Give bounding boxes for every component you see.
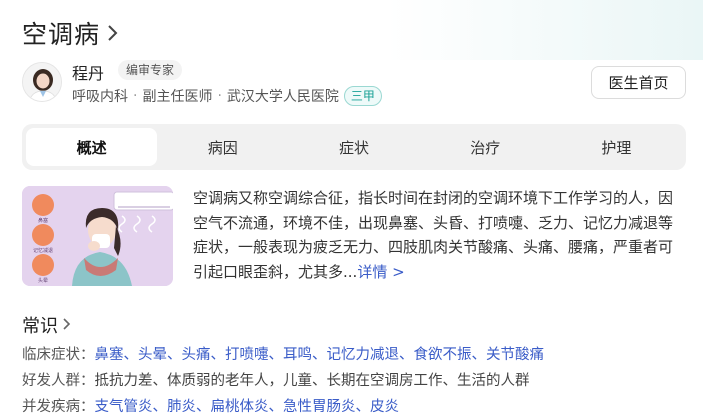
complication-link[interactable]: 皮炎 (370, 399, 399, 415)
complication-link[interactable]: 肺炎 (167, 399, 196, 415)
summary-text: 空调病又称空调综合征，指长时间在封闭的空调环境下工作学习的人，因空气不流通，环境… (193, 189, 674, 281)
symptom-link[interactable]: 食欲不振 (414, 347, 472, 363)
summary-paragraph: 空调病又称空调综合征，指长时间在封闭的空调环境下工作学习的人，因空气不流通，环境… (193, 186, 683, 284)
complication-link[interactable]: 扁桃体炎 (211, 399, 269, 415)
tab-care[interactable]: 护理 (551, 128, 682, 166)
complications-label: 并发疾病： (22, 399, 95, 415)
info-separator: · (217, 88, 222, 104)
symptom-link[interactable]: 头痛 (182, 347, 211, 363)
tab-symptoms[interactable]: 症状 (288, 128, 419, 166)
page-title[interactable]: 空调病 (22, 15, 100, 51)
page-title-row[interactable]: 空调病 (22, 16, 126, 50)
doctor-position: 副主任医师 (142, 89, 213, 105)
knowledge-title[interactable]: 常识 (22, 312, 58, 338)
list-separator: 、 (167, 347, 182, 363)
doctor-department: 呼吸内科 (72, 89, 128, 105)
list-separator: 、 (210, 347, 226, 363)
chevron-right-icon[interactable] (62, 315, 72, 336)
list-separator: 、 (152, 399, 168, 415)
list-separator: 、 (471, 347, 487, 363)
doctor-card: 程丹 编审专家 呼吸内科 · 副主任医师 · 武汉大学人民医院 三甲 (22, 60, 682, 110)
list-separator: 、 (312, 347, 327, 363)
illus-label-2: 记忆减退 (33, 247, 53, 254)
list-separator: 、 (123, 347, 139, 363)
doctor-hospital: 武汉大学人民医院 (226, 89, 339, 105)
doctor-name[interactable]: 程丹 (72, 60, 104, 84)
complications-row: 并发疾病：支气管炎、肺炎、扁桃体炎、急性胃肠炎、皮炎 (22, 395, 399, 416)
list-separator: 、 (399, 347, 414, 363)
tab-causes[interactable]: 病因 (157, 128, 288, 166)
list-separator: 、 (355, 399, 371, 415)
symptom-link[interactable]: 打喷嚏 (225, 347, 269, 363)
knowledge-section-title[interactable]: 常识 (22, 312, 72, 338)
complication-link[interactable]: 急性胃肠炎 (283, 399, 356, 415)
population-text: 抵抗力差、体质弱的老年人，儿童、长期在空调房工作、生活的人群 (94, 373, 530, 389)
symptom-link[interactable]: 头晕 (138, 347, 167, 363)
clinical-symptoms-label: 临床症状： (22, 347, 95, 363)
list-separator: 、 (268, 347, 284, 363)
tab-treatment[interactable]: 治疗 (420, 128, 551, 166)
tab-bar: 概述 病因 症状 治疗 护理 (22, 124, 686, 170)
editor-badge: 编审专家 (118, 60, 183, 80)
symptom-link[interactable]: 记忆力减退 (327, 347, 400, 363)
doctor-info: 呼吸内科 · 副主任医师 · 武汉大学人民医院 三甲 (72, 86, 382, 106)
illus-label-1: 鼻塞 (38, 217, 48, 224)
details-link[interactable]: 详情 > (357, 263, 404, 281)
population-label: 好发人群： (22, 373, 95, 389)
symptom-link[interactable]: 关节酸痛 (486, 347, 544, 363)
symptom-link[interactable]: 鼻塞 (95, 347, 124, 363)
hospital-grade-badge: 三甲 (343, 86, 382, 106)
tab-overview[interactable]: 概述 (26, 128, 158, 166)
info-separator: · (133, 88, 138, 104)
chevron-right-icon[interactable] (106, 23, 126, 43)
illus-label-3: 头晕 (38, 277, 48, 284)
complication-link[interactable]: 支气管炎 (95, 399, 153, 415)
doctor-home-button[interactable]: 医生首页 (591, 66, 686, 99)
list-separator: 、 (196, 399, 211, 415)
symptom-link[interactable]: 耳鸣 (283, 347, 312, 363)
doctor-avatar[interactable] (22, 62, 62, 102)
list-separator: 、 (268, 399, 284, 415)
clinical-symptoms-row: 临床症状：鼻塞、头晕、头痛、打喷嚏、耳鸣、记忆力减退、食欲不振、关节酸痛 (22, 343, 544, 364)
illustration-image[interactable]: 鼻塞 记忆减退 头晕 (22, 186, 173, 286)
population-row: 好发人群：抵抗力差、体质弱的老年人，儿童、长期在空调房工作、生活的人群 (22, 369, 530, 390)
